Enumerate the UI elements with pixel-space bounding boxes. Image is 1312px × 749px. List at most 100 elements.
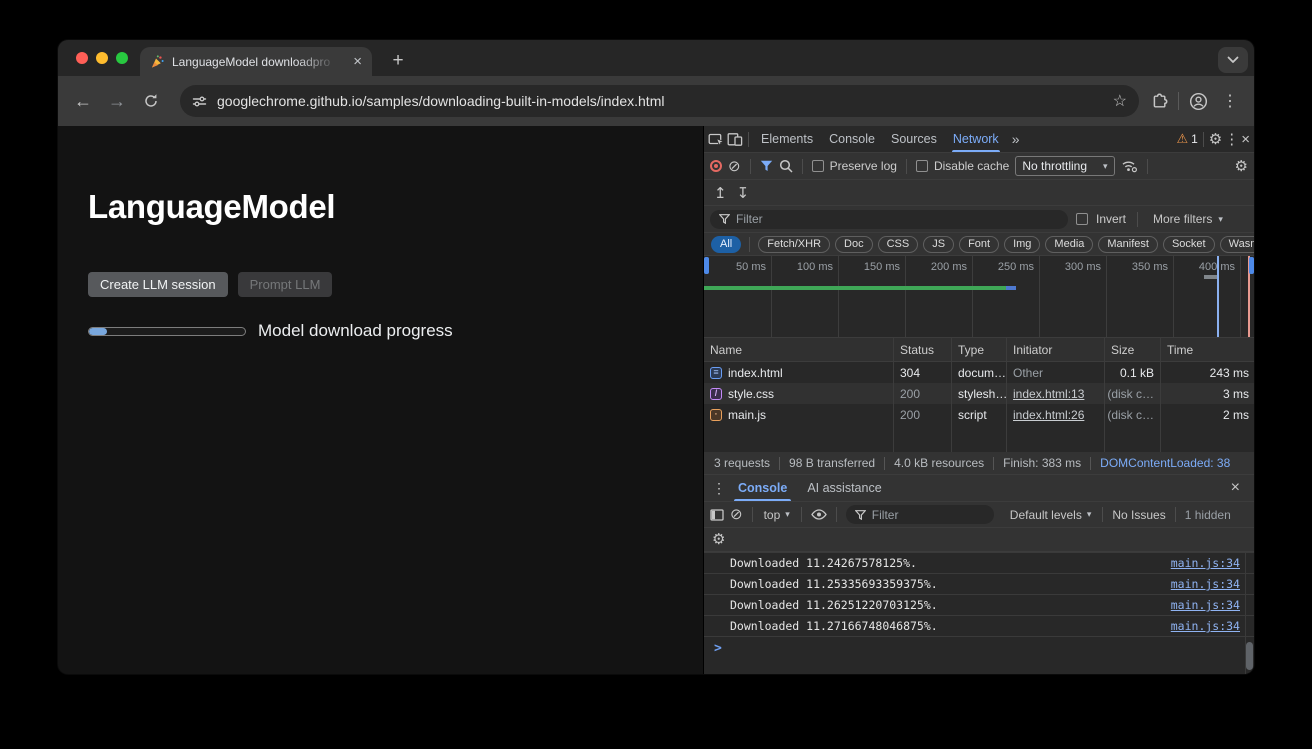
column-name[interactable]: Name <box>704 338 894 361</box>
tab-elements[interactable]: Elements <box>754 126 820 152</box>
console-source-link[interactable]: main.js:34 <box>1171 619 1240 633</box>
chip-manifest[interactable]: Manifest <box>1098 236 1158 253</box>
console-source-link[interactable]: main.js:34 <box>1171 577 1240 591</box>
chevron-down-icon: ▾ <box>1218 214 1223 225</box>
chip-font[interactable]: Font <box>959 236 999 253</box>
initiator-link[interactable]: index.html:13 <box>1013 387 1084 401</box>
site-info-icon[interactable] <box>192 95 207 108</box>
tab-network[interactable]: Network <box>946 126 1006 152</box>
filter-funnel-icon[interactable] <box>760 160 773 172</box>
drawer-menu-icon[interactable]: ⋮ <box>712 481 726 495</box>
net-toolbar-divider <box>750 159 751 174</box>
column-time[interactable]: Time <box>1161 338 1254 361</box>
console-source-link[interactable]: main.js:34 <box>1171 598 1240 612</box>
log-levels-select[interactable]: Default levels ▾ <box>1008 508 1094 522</box>
chip-fetch-xhr[interactable]: Fetch/XHR <box>758 236 830 253</box>
device-toolbar-icon[interactable] <box>727 132 743 147</box>
minimize-window-button[interactable] <box>96 52 108 64</box>
clear-console-icon[interactable]: ⊘ <box>730 507 743 522</box>
search-icon[interactable] <box>779 159 793 173</box>
profile-icon[interactable] <box>1189 92 1208 111</box>
tab-search-chevron-button[interactable] <box>1218 47 1248 73</box>
initiator-link[interactable]: index.html:26 <box>1013 408 1084 422</box>
export-har-icon[interactable]: ↧ <box>737 184 750 202</box>
request-name: main.js <box>728 408 766 422</box>
console-prompt-area[interactable]: > <box>704 636 1254 674</box>
record-network-log-button[interactable] <box>710 160 722 172</box>
timeline-request-blip <box>1204 275 1218 279</box>
drawer-tab-ai-assistance[interactable]: AI assistance <box>799 475 889 501</box>
chip-doc[interactable]: Doc <box>835 236 873 253</box>
tab-sources[interactable]: Sources <box>884 126 944 152</box>
network-overview-timeline[interactable]: 50 ms 100 ms 150 ms 200 ms 250 ms 300 ms… <box>704 256 1254 338</box>
browser-tab[interactable]: LanguageModel downloadpro × <box>140 47 372 76</box>
new-tab-button[interactable]: + <box>386 49 410 73</box>
throttling-select[interactable]: No throttling ▾ <box>1015 156 1114 176</box>
chip-css[interactable]: CSS <box>878 236 919 253</box>
more-tabs-icon[interactable]: » <box>1008 131 1024 147</box>
invert-checkbox[interactable] <box>1076 213 1088 225</box>
column-type[interactable]: Type <box>952 338 1007 361</box>
extensions-puzzle-icon[interactable] <box>1151 93 1168 110</box>
console-scrollbar-track[interactable] <box>1245 552 1254 674</box>
net-toolbar-divider <box>1147 159 1148 174</box>
console-filter-input[interactable] <box>872 508 985 522</box>
chip-all[interactable]: All <box>711 236 741 253</box>
gridline <box>905 256 906 337</box>
timeline-right-handle[interactable] <box>1249 257 1254 274</box>
create-llm-session-button[interactable]: Create LLM session <box>88 272 228 297</box>
tabbar-divider <box>1203 132 1204 147</box>
back-button[interactable]: ← <box>70 88 96 114</box>
disable-cache-checkbox[interactable] <box>916 160 928 172</box>
devtools-settings-icon[interactable]: ⚙ <box>1209 132 1222 147</box>
tick-label: 200 ms <box>907 261 967 273</box>
chip-wasm[interactable]: Wasm <box>1220 236 1254 253</box>
chip-js[interactable]: JS <box>923 236 954 253</box>
forward-button[interactable]: → <box>104 88 130 114</box>
browser-menu-icon[interactable]: ⋮ <box>1218 91 1242 111</box>
network-conditions-icon[interactable] <box>1121 159 1138 173</box>
tab-console[interactable]: Console <box>822 126 882 152</box>
issues-counter[interactable]: ⚠ 1 <box>1176 131 1197 147</box>
console-source-link[interactable]: main.js:34 <box>1171 556 1240 570</box>
console-context-select[interactable]: top ▾ <box>762 508 792 522</box>
table-row[interactable]: ≡index.html 304 docum… Other 0.1 kB 243 … <box>704 362 1254 383</box>
console-settings-gear-icon[interactable]: ⚙ <box>712 532 725 547</box>
column-size[interactable]: Size <box>1105 338 1161 361</box>
network-settings-icon[interactable]: ⚙ <box>1235 159 1248 174</box>
console-sidebar-icon[interactable] <box>710 509 724 521</box>
console-scrollbar-thumb[interactable] <box>1246 642 1253 670</box>
table-row[interactable]: /style.css 200 stylesh… index.html:13 (d… <box>704 383 1254 404</box>
request-time: 3 ms <box>1161 383 1254 404</box>
timeline-left-handle[interactable] <box>704 257 709 274</box>
close-window-button[interactable] <box>76 52 88 64</box>
console-message-text: Downloaded 11.24267578125%. <box>730 556 917 570</box>
column-status[interactable]: Status <box>894 338 952 361</box>
chip-img[interactable]: Img <box>1004 236 1040 253</box>
zoom-window-button[interactable] <box>116 52 128 64</box>
table-row[interactable]: ∙main.js 200 script index.html:26 (disk … <box>704 404 1254 425</box>
chip-socket[interactable]: Socket <box>1163 236 1215 253</box>
chevron-down-icon: ▾ <box>1103 161 1108 172</box>
import-har-icon[interactable]: ↥ <box>714 184 727 202</box>
omnibox[interactable]: googlechrome.github.io/samples/downloadi… <box>180 85 1139 117</box>
more-filters-button[interactable]: More filters ▾ <box>1149 212 1227 226</box>
drawer-close-icon[interactable]: × <box>1225 479 1246 497</box>
inspect-element-icon[interactable] <box>708 132 725 147</box>
prompt-llm-button[interactable]: Prompt LLM <box>238 272 333 297</box>
column-initiator[interactable]: Initiator <box>1007 338 1105 361</box>
devtools-menu-icon[interactable]: ⋮ <box>1224 132 1239 147</box>
hidden-messages-count[interactable]: 1 hidden <box>1185 508 1231 522</box>
network-filter-input[interactable] <box>736 212 1059 226</box>
drawer-tab-console[interactable]: Console <box>730 475 795 501</box>
clear-network-log-icon[interactable]: ⊘ <box>728 159 741 174</box>
empty-cell <box>1161 425 1254 452</box>
reload-button[interactable] <box>138 88 164 114</box>
tab-close-icon[interactable]: × <box>353 54 362 69</box>
chip-media[interactable]: Media <box>1045 236 1093 253</box>
preserve-log-checkbox[interactable] <box>812 160 824 172</box>
live-expression-eye-icon[interactable] <box>811 509 827 520</box>
devtools-close-icon[interactable]: × <box>1241 132 1250 147</box>
bookmark-star-icon[interactable]: ☆ <box>1113 91 1127 111</box>
no-issues-label[interactable]: No Issues <box>1112 508 1165 522</box>
